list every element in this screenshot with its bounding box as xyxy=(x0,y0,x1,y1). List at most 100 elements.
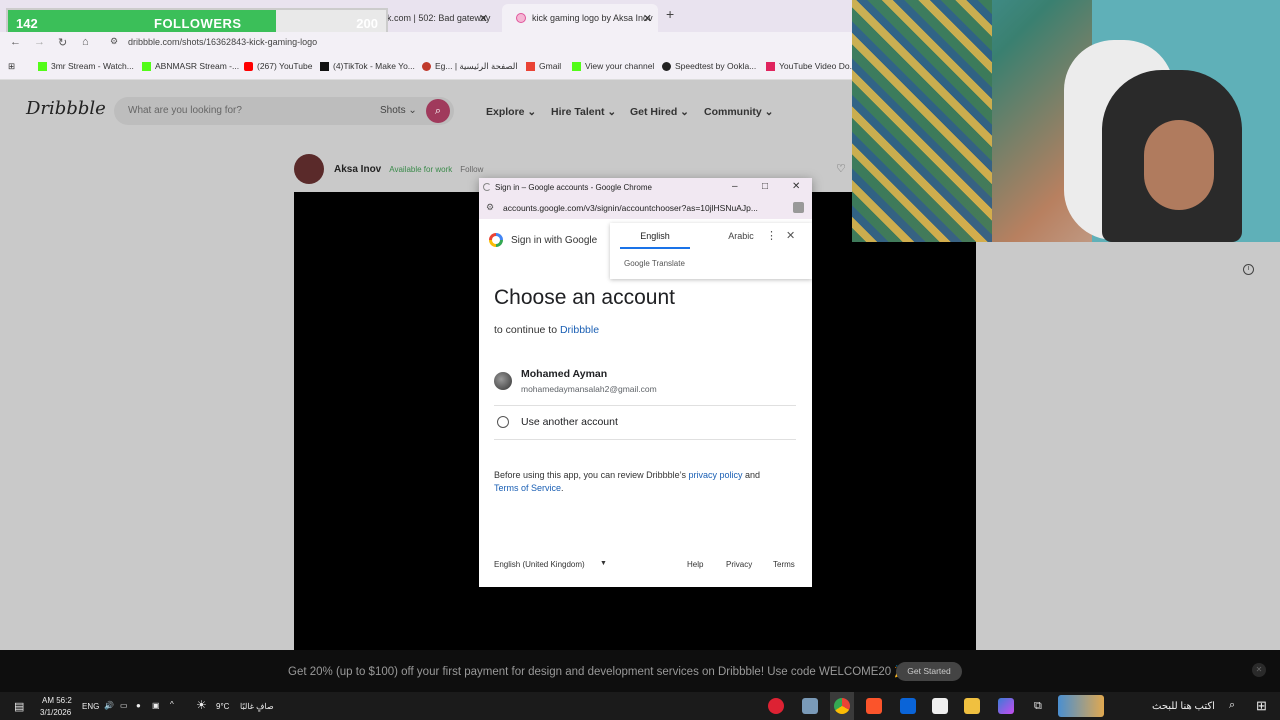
close-icon[interactable]: ✕ xyxy=(786,229,795,242)
brave-icon[interactable] xyxy=(866,698,882,714)
volume-icon[interactable]: 🔊 xyxy=(104,701,114,710)
youtube-icon xyxy=(244,61,253,71)
video-download-icon xyxy=(766,61,775,71)
translate-lang-english[interactable]: English xyxy=(620,231,690,249)
tab-close-icon[interactable]: ✕ xyxy=(643,12,652,25)
minimize-icon[interactable]: – xyxy=(732,181,738,192)
camera-icon[interactable]: ▣ xyxy=(152,701,160,710)
bookmark-item[interactable]: Speedtest by Ookla... xyxy=(662,61,756,71)
app-icon[interactable] xyxy=(768,698,784,714)
tab-title: kick gaming logo by Aksa Inov xyxy=(532,13,653,23)
google-signin-window: Sign in – Google accounts - Google Chrom… xyxy=(479,178,812,587)
followers-current: 142 xyxy=(16,16,38,31)
bookmark-item[interactable]: 3mr Stream - Watch... xyxy=(38,61,134,71)
bookmark-item[interactable]: Eg... | الصفحة الرئيسية xyxy=(422,61,518,72)
signin-header: Sign in with Google xyxy=(511,234,598,246)
tab-close-icon[interactable]: ✕ xyxy=(479,12,488,25)
file-manager-icon[interactable] xyxy=(802,698,818,714)
privacy-policy-link[interactable]: privacy policy xyxy=(688,470,742,480)
bookmark-item[interactable]: ABNMASR Stream -... xyxy=(142,61,239,71)
forward-icon[interactable]: → xyxy=(34,36,45,48)
window-title: Sign in – Google accounts - Google Chrom… xyxy=(495,183,652,192)
tiktok-icon xyxy=(320,61,329,71)
maximize-icon[interactable]: □ xyxy=(762,181,768,192)
nav-get-hired[interactable]: Get Hired ⌄ xyxy=(630,106,689,118)
avatar xyxy=(494,372,512,390)
terms-link[interactable]: Terms xyxy=(773,560,795,569)
reload-icon[interactable]: ↻ xyxy=(58,36,67,49)
copilot-icon[interactable] xyxy=(998,698,1014,714)
clock-date[interactable]: 3/1/2026 xyxy=(40,708,71,717)
more-vert-icon[interactable]: ⋮ xyxy=(766,229,777,242)
search-icon[interactable]: ⌕ xyxy=(426,99,450,123)
chrome-icon[interactable] xyxy=(834,698,850,714)
translate-icon[interactable] xyxy=(793,202,804,213)
new-tab-icon[interactable]: + xyxy=(666,6,674,22)
tab-dribbble-shot[interactable]: kick gaming logo by Aksa Inov ✕ xyxy=(502,4,658,32)
info-icon[interactable]: i xyxy=(1243,264,1254,275)
bookmark-item[interactable]: (4)TikTok - Make Yo... xyxy=(320,61,415,71)
avatar[interactable] xyxy=(294,154,324,184)
nav-community[interactable]: Community ⌄ xyxy=(704,106,773,118)
bookmark-item[interactable]: View your channel xyxy=(572,61,654,71)
bookmark-item[interactable]: YouTube Video Do... xyxy=(766,61,857,71)
taskbar-search-input[interactable]: اكتب هنا للبحث xyxy=(1152,701,1215,712)
follow-button[interactable]: Follow xyxy=(460,165,483,174)
folder-icon[interactable] xyxy=(964,698,980,714)
use-another-account-button[interactable]: Use another account xyxy=(494,408,796,440)
site-info-icon[interactable]: ⚙ xyxy=(110,36,118,47)
site-icon xyxy=(422,62,431,71)
author-name[interactable]: Aksa Inov xyxy=(334,164,381,175)
account-name: Mohamed Ayman xyxy=(521,368,608,380)
close-icon[interactable]: ✕ xyxy=(1252,663,1266,677)
nav-hire-talent[interactable]: Hire Talent ⌄ xyxy=(551,106,616,118)
input-language[interactable]: ENG xyxy=(82,702,99,711)
notifications-icon[interactable]: ▤ xyxy=(14,700,24,713)
shots-dropdown[interactable]: Shots ⌄ xyxy=(380,105,417,116)
chevron-up-icon[interactable]: ^ xyxy=(170,700,174,709)
bookmark-item[interactable]: (267) YouTube xyxy=(244,61,312,71)
continue-to: to continue to Dribbble xyxy=(494,324,600,336)
tab-title: kick.com | 502: Bad gateway xyxy=(376,13,491,23)
microphone-icon[interactable]: ● xyxy=(136,701,141,710)
apps-grid-icon[interactable]: ⊞ xyxy=(8,61,15,72)
terms-of-service-link[interactable]: Terms of Service xyxy=(494,483,561,493)
weather-temp[interactable]: 9°C xyxy=(216,702,229,711)
legal-notice: Before using this app, you can review Dr… xyxy=(494,470,761,493)
close-icon[interactable]: ✕ xyxy=(792,181,800,192)
bookmark-item[interactable]: Gmail xyxy=(526,61,561,71)
kick-icon xyxy=(38,61,47,71)
network-icon[interactable]: ▭ xyxy=(120,701,128,710)
account-email: mohamedaymansalah2@gmail.com xyxy=(521,384,657,394)
help-link[interactable]: Help xyxy=(687,560,703,569)
search-bar[interactable]: What are you looking for? Shots ⌄ ⌕ xyxy=(114,97,454,125)
heart-icon[interactable]: ♡ xyxy=(836,162,846,175)
url-field[interactable]: dribbble.com/shots/16362843-kick-gaming-… xyxy=(128,37,317,47)
windows-start-icon[interactable]: ⊞ xyxy=(1256,698,1267,714)
dribbble-logo[interactable]: Dribbble xyxy=(26,98,106,119)
home-icon[interactable]: ⌂ xyxy=(82,36,89,48)
followers-label: FOLLOWERS xyxy=(154,16,242,31)
store-icon[interactable] xyxy=(932,698,948,714)
app-link[interactable]: Dribbble xyxy=(560,324,599,336)
account-row[interactable]: Mohamed Ayman mohamedaymansalah2@gmail.c… xyxy=(494,366,796,406)
privacy-link[interactable]: Privacy xyxy=(726,560,752,569)
language-select[interactable]: English (United Kingdom) xyxy=(494,560,585,569)
get-started-button[interactable]: Get Started xyxy=(896,662,962,681)
popup-url: accounts.google.com/v3/signin/accountcho… xyxy=(503,203,758,213)
task-view-icon[interactable]: ⧉ xyxy=(1034,700,1042,713)
webcam-feed xyxy=(852,0,1280,242)
google-translate-label: Google Translate xyxy=(624,259,685,268)
site-info-icon[interactable]: ⚙ xyxy=(486,202,494,213)
outlook-icon[interactable] xyxy=(900,698,916,714)
clock-time[interactable]: AM 56:2 xyxy=(42,696,72,705)
caret-down-icon[interactable]: ▼ xyxy=(600,560,607,567)
back-icon[interactable]: ← xyxy=(10,36,21,48)
use-another-account-label: Use another account xyxy=(521,416,618,428)
nav-explore[interactable]: Explore ⌄ xyxy=(486,106,536,118)
kick-icon xyxy=(572,61,581,71)
search-icon[interactable]: ⌕ xyxy=(1229,699,1235,712)
search-input[interactable]: What are you looking for? xyxy=(128,105,242,116)
window-titlebar: Sign in – Google accounts - Google Chrom… xyxy=(479,178,812,197)
weather-desc[interactable]: صافٍ غالبًا xyxy=(240,702,274,711)
